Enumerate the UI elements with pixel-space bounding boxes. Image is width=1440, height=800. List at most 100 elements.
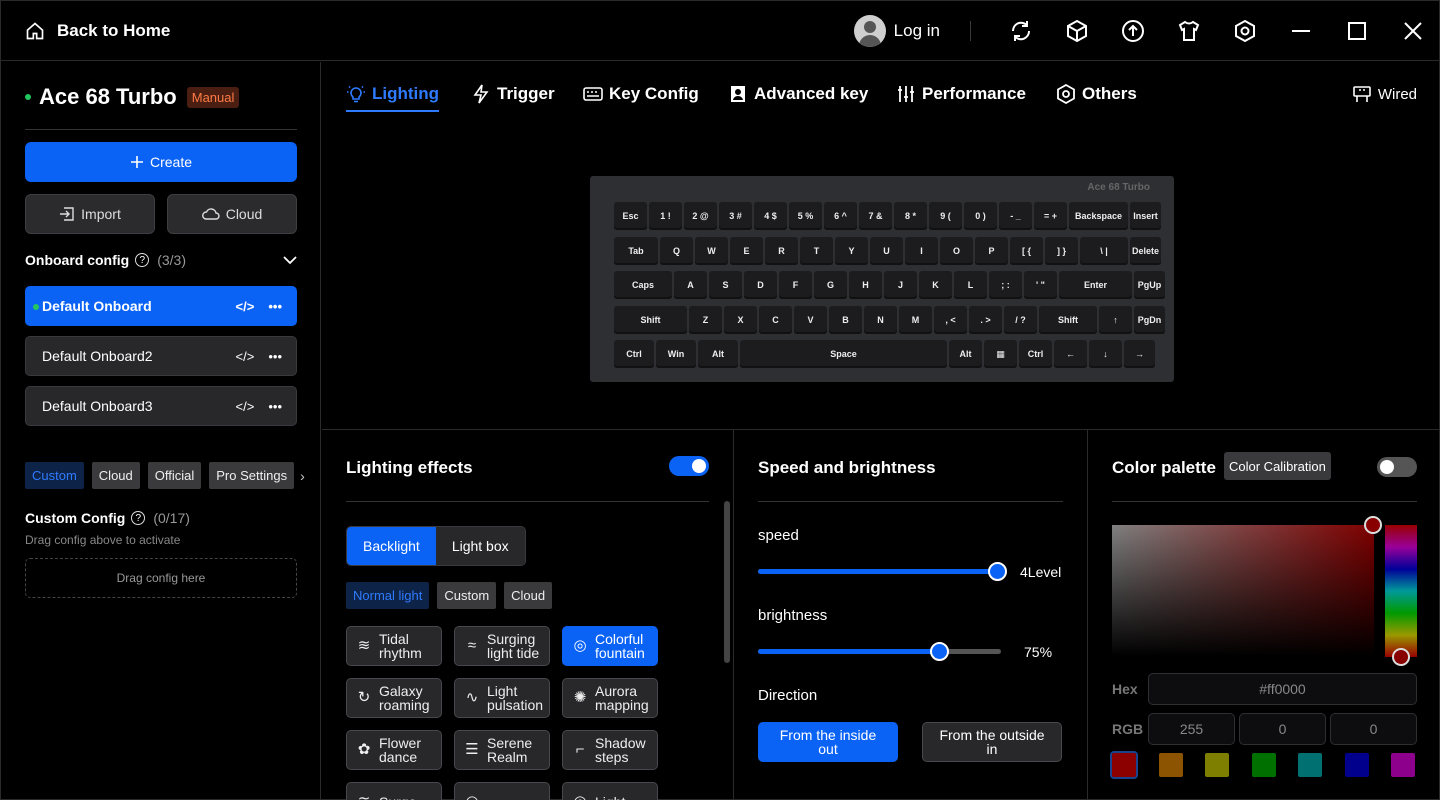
keycap[interactable]: 3 # <box>719 202 752 230</box>
color-swatch[interactable] <box>1391 753 1415 777</box>
keycap[interactable]: / ? <box>1004 306 1037 334</box>
keycap[interactable]: W <box>695 237 728 265</box>
keycap[interactable]: Alt <box>698 340 738 368</box>
keycap[interactable]: PgDn <box>1134 306 1165 334</box>
keycap[interactable]: N <box>864 306 897 334</box>
keycap[interactable]: Shift <box>614 306 687 334</box>
back-to-home-button[interactable]: Back to Home <box>25 21 170 41</box>
keycap[interactable]: Tab <box>614 237 658 265</box>
lighting-toggle[interactable] <box>669 456 709 476</box>
direction-outside-in-button[interactable]: From the outside in <box>922 722 1062 762</box>
import-button[interactable]: Import <box>25 194 155 234</box>
tab-others[interactable]: Others <box>1056 84 1137 104</box>
refresh-button[interactable] <box>993 1 1049 61</box>
keycap[interactable]: D <box>744 271 777 299</box>
effects-scrollbar[interactable] <box>724 501 730 663</box>
keycap[interactable]: 6 ^ <box>824 202 857 230</box>
hex-input[interactable]: #ff0000 <box>1148 673 1417 705</box>
speed-slider[interactable] <box>758 562 1007 581</box>
help-icon[interactable]: ? <box>131 511 146 525</box>
keycap[interactable]: Caps <box>614 271 672 299</box>
config-source-tab[interactable]: Pro Settings <box>209 462 295 489</box>
keycap[interactable]: B <box>829 306 862 334</box>
cloud-button[interactable]: Cloud <box>167 194 297 234</box>
color-picker-handle[interactable] <box>1364 516 1382 534</box>
onboard-config-item[interactable]: Default Onboard2 </> ••• <box>25 336 297 376</box>
keycap[interactable]: , < <box>934 306 967 334</box>
keycap[interactable]: Y <box>835 237 868 265</box>
keycap[interactable]: 0 ) <box>964 202 997 230</box>
effect-button[interactable]: ◠ <box>454 782 550 800</box>
keycap[interactable]: T <box>800 237 833 265</box>
slider-thumb[interactable] <box>988 562 1007 581</box>
keycap[interactable]: Space <box>740 340 947 368</box>
keycap[interactable]: S <box>709 271 742 299</box>
config-source-tab[interactable]: Custom <box>25 462 84 489</box>
keycap[interactable]: PgUp <box>1134 271 1165 299</box>
onboard-config-item[interactable]: Default Onboard </> ••• <box>25 286 297 326</box>
keycap[interactable]: K <box>919 271 952 299</box>
keycap[interactable]: P <box>975 237 1008 265</box>
direction-inside-out-button[interactable]: From the inside out <box>758 722 898 762</box>
tab-trigger[interactable]: Trigger <box>471 84 555 104</box>
keycap[interactable]: R <box>765 237 798 265</box>
keycap[interactable]: H <box>849 271 882 299</box>
cube-button[interactable] <box>1049 1 1105 61</box>
effect-button[interactable]: ∿ Light pulsation <box>454 678 550 718</box>
keycap[interactable]: ↓ <box>1089 340 1122 368</box>
keycap[interactable]: Enter <box>1059 271 1132 299</box>
onboard-config-header[interactable]: Onboard config ? (3/3) <box>25 252 297 268</box>
keycap[interactable]: G <box>814 271 847 299</box>
keycap[interactable]: 2 @ <box>684 202 717 230</box>
effect-button[interactable]: ≋ Surge <box>346 782 442 800</box>
keycap[interactable]: X <box>724 306 757 334</box>
effect-button[interactable]: ◎ Colorful fountain <box>562 626 658 666</box>
color-swatch[interactable] <box>1110 751 1138 779</box>
color-swatch[interactable] <box>1344 753 1369 777</box>
tab-cloud[interactable]: Cloud <box>504 582 553 609</box>
config-source-tab[interactable]: Official <box>147 462 202 489</box>
brightness-slider[interactable] <box>758 642 1001 661</box>
tab-lighting[interactable]: Lighting <box>346 84 440 112</box>
color-calibration-button[interactable]: Color Calibration <box>1224 452 1331 480</box>
blue-input[interactable]: 0 <box>1330 713 1417 745</box>
more-icon[interactable]: ••• <box>268 399 282 414</box>
code-icon[interactable]: </> <box>236 399 255 414</box>
code-icon[interactable]: </> <box>236 299 255 314</box>
tab-custom[interactable]: Custom <box>437 582 497 609</box>
keycap[interactable]: C <box>759 306 792 334</box>
help-icon[interactable]: ? <box>135 253 150 267</box>
more-icon[interactable]: ••• <box>268 349 282 364</box>
keycap[interactable]: - _ <box>999 202 1032 230</box>
keycap[interactable]: ▦ <box>984 340 1017 368</box>
effect-button[interactable]: ≈ Surging light tide <box>454 626 550 666</box>
saturation-value-picker[interactable] <box>1112 525 1374 657</box>
keycap[interactable]: Insert <box>1130 202 1161 230</box>
keycap[interactable]: 1 ! <box>649 202 682 230</box>
tab-key-config[interactable]: Key Config <box>583 84 699 104</box>
keycap[interactable]: Backspace <box>1069 202 1128 230</box>
keycap[interactable]: ' " <box>1024 271 1057 299</box>
tab-advanced-key[interactable]: Advanced key <box>728 84 868 104</box>
effect-button[interactable]: ◎ Light <box>562 782 658 800</box>
chevron-down-icon[interactable] <box>283 255 297 265</box>
keycap[interactable]: . > <box>969 306 1002 334</box>
more-icon[interactable]: ••• <box>268 299 282 314</box>
keycap[interactable]: A <box>674 271 707 299</box>
keycap[interactable]: E <box>730 237 763 265</box>
keycap[interactable]: 4 $ <box>754 202 787 230</box>
keycap[interactable]: ← <box>1054 340 1087 368</box>
green-input[interactable]: 0 <box>1239 713 1326 745</box>
create-button[interactable]: Create <box>25 142 297 182</box>
effect-button[interactable]: ≋ Tidal rhythm <box>346 626 442 666</box>
red-input[interactable]: 255 <box>1148 713 1235 745</box>
effect-button[interactable]: ✺ Aurora mapping <box>562 678 658 718</box>
keycap[interactable]: Ctrl <box>1019 340 1052 368</box>
config-dropzone[interactable]: Drag config here <box>25 558 297 598</box>
color-swatch[interactable] <box>1205 753 1229 777</box>
keycap[interactable]: 7 & <box>859 202 892 230</box>
close-button[interactable] <box>1385 1 1440 61</box>
keycap[interactable]: Z <box>689 306 722 334</box>
keycap[interactable]: ] } <box>1045 237 1078 265</box>
config-source-tab[interactable]: Cloud <box>91 462 140 489</box>
